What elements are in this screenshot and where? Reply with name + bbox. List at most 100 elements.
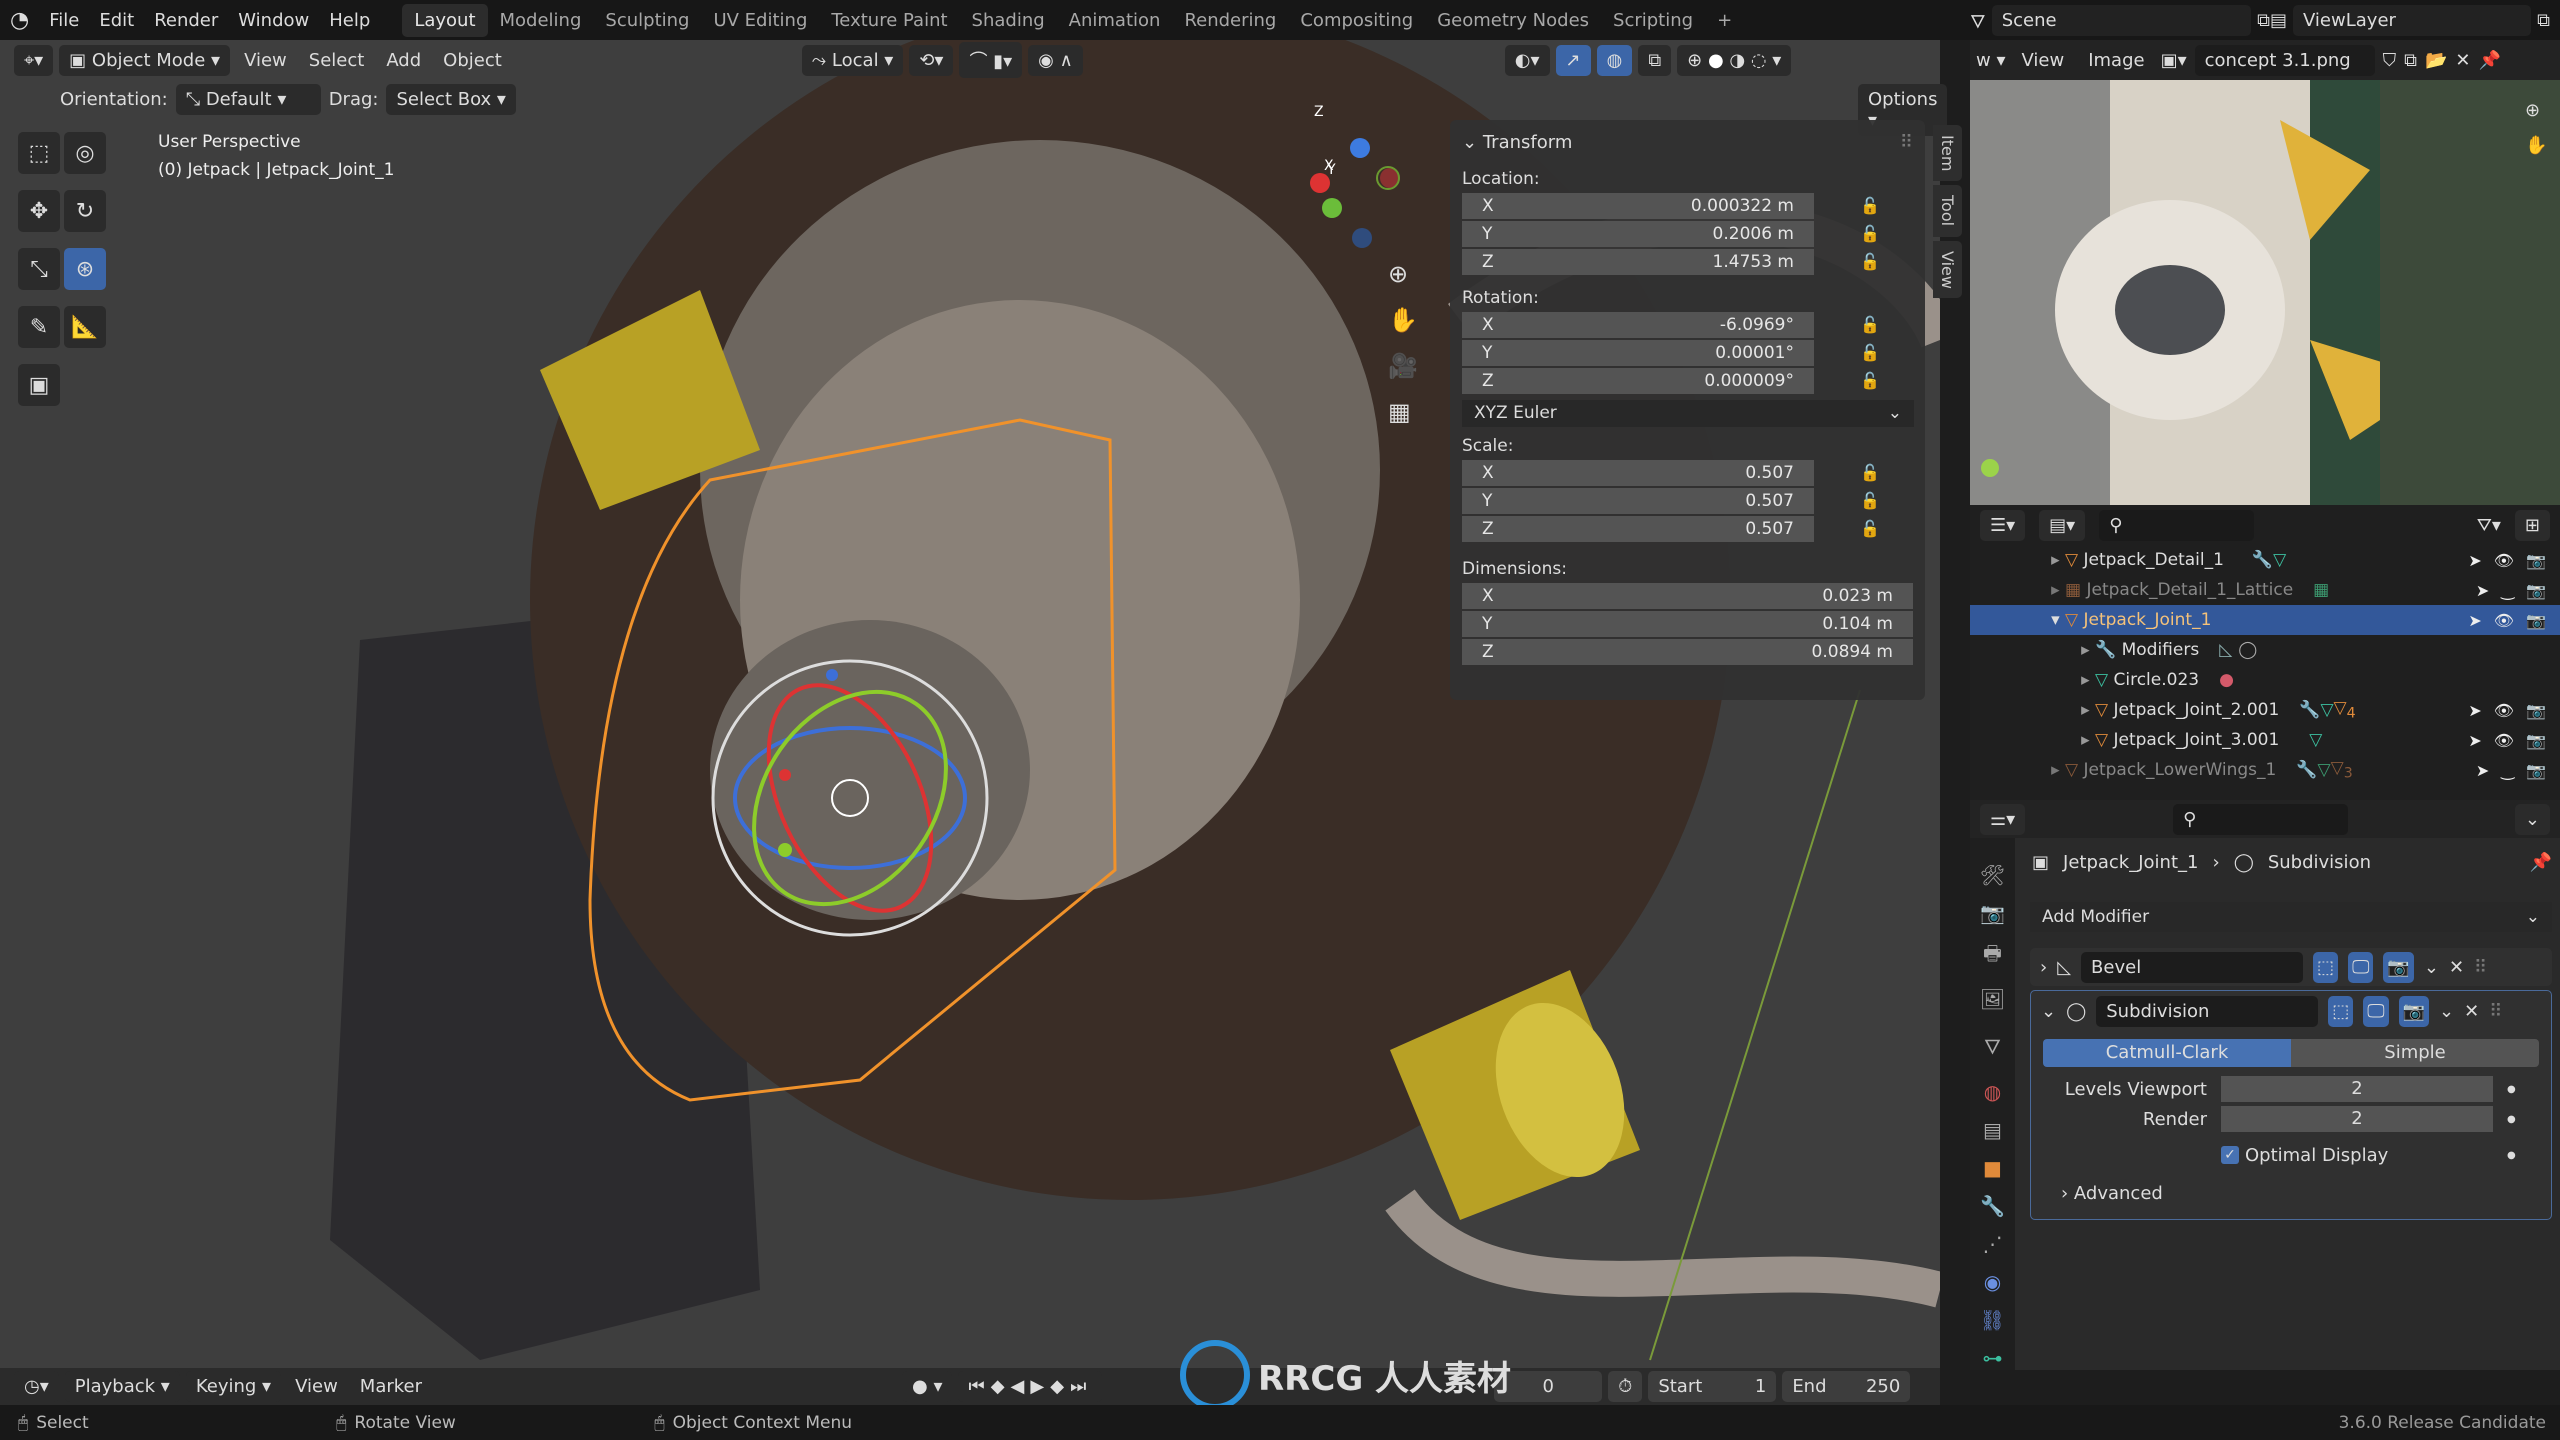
- view-layer-selector[interactable]: ▤ ViewLayer ⧉: [2270, 4, 2550, 36]
- gizmo-axis-y[interactable]: Y: [1327, 162, 1336, 178]
- collapse-chevron-icon[interactable]: ⌄: [2041, 1001, 2056, 1022]
- viewport-menu-add[interactable]: Add: [378, 45, 429, 76]
- optimal-display-checkbox[interactable]: ✓: [2221, 1146, 2239, 1164]
- sidebar-tab-view[interactable]: View: [1933, 240, 1962, 299]
- keyframe-dot-icon[interactable]: ●: [2507, 1084, 2516, 1095]
- render-toggle-icon[interactable]: 📷: [2398, 995, 2430, 1027]
- view-layer-tab-icon[interactable]: 🖼: [1980, 987, 2005, 1011]
- filter-icon[interactable]: ⛛▾: [2477, 515, 2501, 536]
- play-icon[interactable]: ▶: [1030, 1376, 1050, 1397]
- transform-orientation-dropdown[interactable]: ⤳ Local ▾: [801, 44, 904, 76]
- select-arrow-icon[interactable]: ➤: [2468, 611, 2481, 630]
- workspace-tab-compositing[interactable]: Compositing: [1288, 4, 1425, 37]
- add-cube-tool-icon[interactable]: ▣: [18, 364, 60, 406]
- menu-file[interactable]: File: [39, 10, 89, 31]
- rotation-y-field[interactable]: Y 0.00001°: [1462, 339, 1814, 366]
- outliner-row[interactable]: ▸ ▦ Jetpack_Detail_1_Lattice ▦ ➤ ‿ 📷: [1970, 575, 2560, 605]
- edit-mode-toggle-icon[interactable]: ⬚: [2328, 995, 2354, 1027]
- mesh-data-icon[interactable]: ▽: [2318, 760, 2331, 780]
- add-modifier-dropdown[interactable]: Add Modifier ⌄: [2030, 902, 2552, 932]
- add-workspace-button[interactable]: +: [1705, 4, 1744, 37]
- visibility-selectability-icon[interactable]: ◐▾: [1504, 44, 1550, 76]
- viewport-menu-select[interactable]: Select: [301, 45, 373, 76]
- scene-tab-icon[interactable]: 🜄: [1984, 1025, 2001, 1066]
- next-keyframe-icon[interactable]: ◆: [1050, 1376, 1070, 1397]
- view-layer-filter-icon[interactable]: ▤▾: [2039, 509, 2086, 541]
- annotate-tool-icon[interactable]: ✎: [18, 306, 60, 348]
- render-camera-icon[interactable]: 📷: [2526, 611, 2546, 630]
- options-chevron-icon[interactable]: ⌄: [2514, 803, 2550, 835]
- output-tab-icon[interactable]: 🖶: [1983, 939, 2002, 973]
- lock-icon[interactable]: 🔓: [1860, 463, 1880, 482]
- start-frame-field[interactable]: Start 1: [1648, 1371, 1777, 1402]
- viewport-display-toggle-icon[interactable]: 🖵: [2348, 951, 2374, 983]
- visibility-hidden-icon[interactable]: ‿: [2501, 581, 2514, 600]
- physics-tab-icon[interactable]: ◉: [1984, 1270, 2001, 1294]
- new-view-layer-icon[interactable]: ⧉: [2537, 10, 2550, 31]
- object-data-tab-icon[interactable]: ⊶: [1983, 1346, 2003, 1370]
- pin-icon[interactable]: 📌: [2530, 852, 2552, 873]
- stopwatch-icon[interactable]: ⏱: [1608, 1371, 1643, 1402]
- select-arrow-icon[interactable]: ➤: [2468, 731, 2481, 750]
- lattice-data-icon[interactable]: ▦: [2313, 580, 2329, 600]
- remove-modifier-icon[interactable]: ✕: [2449, 957, 2464, 978]
- render-camera-icon[interactable]: 📷: [2526, 701, 2546, 720]
- child-objects-icon[interactable]: ▽3: [2331, 758, 2353, 781]
- transform-panel-header[interactable]: ⌄ Transform: [1462, 132, 1572, 153]
- object-tab-icon[interactable]: ■: [1983, 1156, 2002, 1180]
- dropdown-chevron-icon[interactable]: ⌄: [2439, 1001, 2454, 1022]
- keyframe-dot-icon[interactable]: ●: [2507, 1150, 2516, 1161]
- modifier-name-field[interactable]: Subdivision: [2096, 995, 2319, 1027]
- perspective-grid-icon[interactable]: ▦: [1388, 398, 1418, 426]
- advanced-subpanel[interactable]: › Advanced: [2061, 1183, 2551, 1204]
- dimensions-y-field[interactable]: Y 0.104 m: [1462, 610, 1913, 637]
- select-arrow-icon[interactable]: ➤: [2468, 701, 2481, 720]
- workspace-tab-sculpting[interactable]: Sculpting: [593, 4, 701, 37]
- location-x-field[interactable]: X 0.000322 m: [1462, 192, 1814, 219]
- outliner-row[interactable]: ▸ ▽ Jetpack_Joint_3.001 ▽ ➤ 👁 📷: [1970, 725, 2560, 755]
- select-arrow-icon[interactable]: ➤: [2476, 761, 2489, 780]
- remove-modifier-icon[interactable]: ✕: [2464, 1001, 2479, 1022]
- workspace-tab-animation[interactable]: Animation: [1057, 4, 1173, 37]
- zoom-icon[interactable]: ⊕: [1388, 260, 1418, 288]
- open-image-icon[interactable]: 📂: [2425, 50, 2447, 71]
- material-icon[interactable]: ●: [2219, 670, 2234, 690]
- render-levels-field[interactable]: 2: [2221, 1106, 2493, 1132]
- render-camera-icon[interactable]: 📷: [2526, 761, 2546, 780]
- levels-viewport-field[interactable]: 2: [2221, 1076, 2493, 1102]
- render-camera-icon[interactable]: 📷: [2526, 551, 2546, 570]
- image-menu-image[interactable]: Image: [2080, 45, 2152, 76]
- visibility-hidden-icon[interactable]: ‿: [2501, 761, 2514, 780]
- rotation-x-field[interactable]: X -6.0969°: [1462, 311, 1814, 338]
- modifier-name-field[interactable]: Bevel: [2081, 951, 2304, 983]
- scale-tool-icon[interactable]: ⤡: [18, 248, 60, 290]
- snap-icon[interactable]: ⌒ ▮▾: [959, 42, 1023, 78]
- scene-selector[interactable]: 🜄 Scene ⧉: [1970, 4, 2270, 36]
- mesh-data-icon[interactable]: ▽: [2320, 700, 2333, 720]
- scale-z-field[interactable]: Z 0.507: [1462, 515, 1814, 542]
- camera-view-icon[interactable]: 🎥: [1388, 352, 1418, 380]
- outliner-row-selected[interactable]: ▾ ▽ Jetpack_Joint_1 ➤ 👁 📷: [1970, 605, 2560, 635]
- collection-tab-icon[interactable]: ▤: [1983, 1118, 2002, 1142]
- auto-keying-record-icon[interactable]: ● ▾: [902, 1371, 953, 1402]
- mesh-data-icon[interactable]: ▽: [2273, 550, 2286, 570]
- jump-end-icon[interactable]: ⏭: [1070, 1376, 1092, 1397]
- render-camera-icon[interactable]: 📷: [2526, 731, 2546, 750]
- lock-icon[interactable]: 🔓: [1860, 343, 1880, 362]
- catmull-clark-toggle[interactable]: Catmull-Clark: [2043, 1039, 2291, 1067]
- location-z-field[interactable]: Z 1.4753 m: [1462, 248, 1814, 275]
- scale-x-field[interactable]: X 0.507: [1462, 459, 1814, 486]
- child-objects-icon[interactable]: ▽4: [2334, 698, 2356, 721]
- orientation-dropdown[interactable]: ⤡ Default ▾: [175, 83, 321, 115]
- play-reverse-icon[interactable]: ◀: [1011, 1376, 1031, 1397]
- transform-tool-icon[interactable]: ⊛: [64, 248, 106, 290]
- workspace-tab-uv-editing[interactable]: UV Editing: [701, 4, 819, 37]
- prev-keyframe-icon[interactable]: ◆: [991, 1376, 1011, 1397]
- move-tool-icon[interactable]: ✥: [18, 190, 60, 232]
- outliner-search-input[interactable]: ⚲: [2099, 509, 2255, 541]
- lock-icon[interactable]: 🔓: [1860, 371, 1880, 390]
- drag-handle-icon[interactable]: ⠿: [2489, 1001, 2502, 1022]
- viewport-menu-view[interactable]: View: [236, 45, 295, 76]
- workspace-tab-modeling[interactable]: Modeling: [488, 4, 594, 37]
- playback-menu[interactable]: Playback ▾: [64, 1371, 180, 1402]
